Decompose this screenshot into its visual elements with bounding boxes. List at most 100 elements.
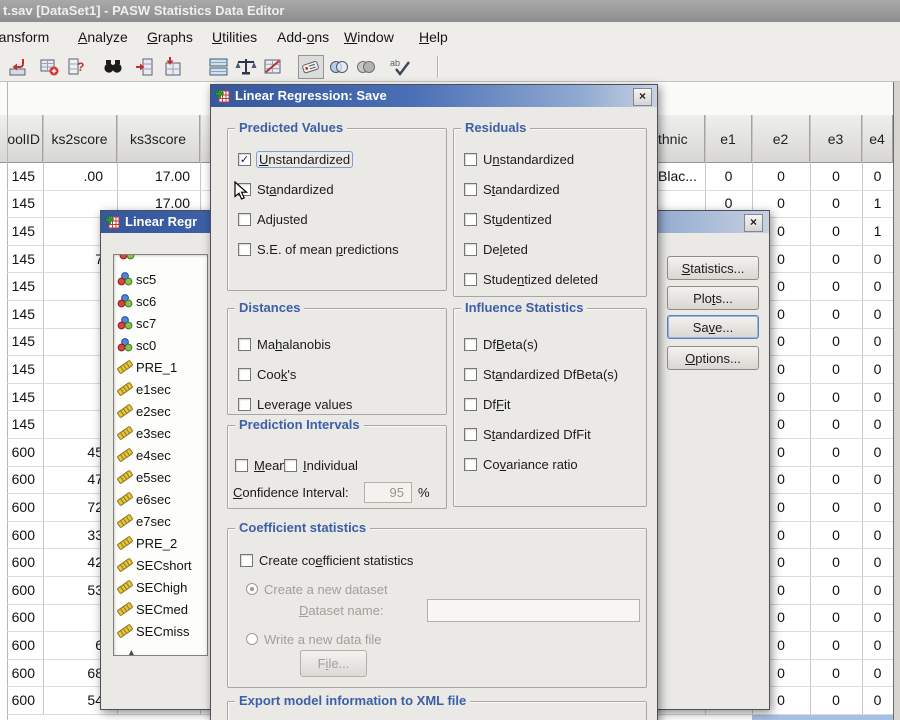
- dataset-name-field[interactable]: [427, 599, 640, 622]
- cell[interactable]: 145: [7, 410, 43, 438]
- file-button[interactable]: Fi le...: [300, 650, 367, 677]
- cell[interactable]: 0: [862, 521, 893, 549]
- variable-sc6[interactable]: sc6: [114, 290, 207, 312]
- cell[interactable]: 0: [810, 272, 862, 300]
- menu-item-help[interactable]: Help: [419, 22, 448, 52]
- cell[interactable]: 0: [862, 466, 893, 494]
- cell[interactable]: 0: [862, 659, 893, 687]
- cell[interactable]: 600: [7, 631, 43, 659]
- deleted-checkbox[interactable]: [464, 242, 477, 256]
- variable-e3sec[interactable]: e3sec: [114, 422, 207, 444]
- variable-list[interactable]: ▲ sc5 sc6 sc7 sc0 PRE_1 e1sec e2sec e3sec e4sec e…: [113, 254, 208, 656]
- split-file-icon[interactable]: [206, 55, 232, 79]
- cell[interactable]: 0: [810, 245, 862, 273]
- column-header-ks3score[interactable]: ks3score: [117, 115, 200, 162]
- write-new-data-file-radio[interactable]: [246, 633, 258, 645]
- confidence-interval-field[interactable]: 95: [364, 482, 412, 503]
- column-header-ks2score[interactable]: ks2score: [43, 115, 117, 162]
- adjusted-checkbox[interactable]: [238, 212, 251, 226]
- cell[interactable]: 0: [810, 355, 862, 383]
- cell[interactable]: 600: [7, 686, 43, 714]
- variable-e4sec[interactable]: e4sec: [114, 444, 207, 466]
- mahalanobis-checkbox[interactable]: [238, 337, 251, 351]
- cell[interactable]: 1: [862, 190, 893, 218]
- cell[interactable]: 0: [752, 162, 810, 190]
- cell[interactable]: 0: [862, 548, 893, 576]
- cell[interactable]: 600: [7, 576, 43, 604]
- cell[interactable]: 0: [862, 493, 893, 521]
- menu-item-addons[interactable]: Add-ons: [277, 22, 329, 52]
- column-header-oolid[interactable]: oolID: [7, 115, 43, 162]
- dffit-checkbox[interactable]: [464, 397, 477, 411]
- menu-item-window[interactable]: Window: [344, 22, 394, 52]
- studentized-checkbox[interactable]: [464, 212, 477, 226]
- standardized-dfbeta-s--checkbox[interactable]: [464, 367, 477, 381]
- standardized-dffit-checkbox[interactable]: [464, 427, 477, 441]
- cell[interactable]: 600: [7, 548, 43, 576]
- variable-SECshort[interactable]: SECshort: [114, 554, 207, 576]
- goto-case-icon[interactable]: ?: [63, 55, 89, 79]
- use-variable-sets-icon[interactable]: [326, 55, 352, 79]
- variable-SECmiss[interactable]: SECmiss: [114, 620, 207, 642]
- cell[interactable]: 0: [810, 438, 862, 466]
- variable-sc7[interactable]: sc7: [114, 312, 207, 334]
- value-labels-icon[interactable]: [298, 55, 324, 79]
- create-coefficient-statistics-checkbox[interactable]: [240, 553, 253, 567]
- menu-item-analyze[interactable]: Analyze: [78, 22, 128, 52]
- cell[interactable]: 0: [810, 217, 862, 245]
- cell[interactable]: 600: [7, 466, 43, 494]
- cell[interactable]: 145: [7, 383, 43, 411]
- cell[interactable]: 600: [7, 604, 43, 632]
- cell[interactable]: 0: [810, 659, 862, 687]
- cell[interactable]: 0: [862, 272, 893, 300]
- column-header-e3[interactable]: e3: [810, 115, 862, 162]
- cell[interactable]: 0: [862, 686, 893, 714]
- save-button[interactable]: Sa v e...: [667, 315, 759, 339]
- weight-cases-icon[interactable]: [233, 55, 259, 79]
- variable-sc5[interactable]: sc5: [114, 268, 207, 290]
- variable-sc0[interactable]: sc0: [114, 334, 207, 356]
- cell[interactable]: 0: [862, 576, 893, 604]
- dfbeta-s--checkbox[interactable]: [464, 337, 477, 351]
- standardized-checkbox[interactable]: [464, 182, 477, 196]
- cell[interactable]: 17.00: [117, 162, 200, 190]
- individual-checkbox[interactable]: [284, 458, 297, 472]
- cell[interactable]: 1: [862, 217, 893, 245]
- cell[interactable]: 0: [862, 631, 893, 659]
- save-dialog-titlebar[interactable]: Linear Regression: Save: [211, 85, 657, 107]
- studentized-deleted-checkbox[interactable]: [464, 272, 477, 286]
- cell[interactable]: 600: [7, 438, 43, 466]
- find-icon[interactable]: [100, 55, 126, 79]
- variable-e5sec[interactable]: e5sec: [114, 466, 207, 488]
- cell[interactable]: 0: [705, 162, 752, 190]
- cell[interactable]: 0: [862, 383, 893, 411]
- cell[interactable]: 0: [810, 162, 862, 190]
- column-header-e2[interactable]: e2: [752, 115, 810, 162]
- variable-PRE_1[interactable]: PRE_1: [114, 356, 207, 378]
- cell[interactable]: 0: [810, 686, 862, 714]
- cell[interactable]: 0: [810, 548, 862, 576]
- close-icon[interactable]: ×: [744, 214, 763, 232]
- plots-button[interactable]: Plo t s...: [667, 286, 759, 310]
- cell[interactable]: 0: [810, 383, 862, 411]
- variable-e2sec[interactable]: e2sec: [114, 400, 207, 422]
- leverage-values-checkbox[interactable]: [238, 397, 251, 411]
- cell[interactable]: 145: [7, 162, 43, 190]
- cell[interactable]: 0: [810, 328, 862, 356]
- cell[interactable]: 0: [810, 521, 862, 549]
- cell[interactable]: 0: [810, 190, 862, 218]
- column-header-e4[interactable]: e4: [862, 115, 893, 162]
- cell[interactable]: 600: [7, 493, 43, 521]
- cell[interactable]: 145: [7, 245, 43, 273]
- column-header-e1[interactable]: e1: [705, 115, 752, 162]
- cell[interactable]: 0: [862, 300, 893, 328]
- variable-SEChigh[interactable]: SEChigh: [114, 576, 207, 598]
- cell[interactable]: 0: [810, 493, 862, 521]
- cell[interactable]: 0: [810, 576, 862, 604]
- cell[interactable]: 0: [862, 438, 893, 466]
- create-new-dataset-radio[interactable]: [246, 583, 258, 595]
- cell[interactable]: 0: [810, 466, 862, 494]
- cell[interactable]: 0: [810, 604, 862, 632]
- variable-e1sec[interactable]: e1sec: [114, 378, 207, 400]
- menu-item-graphs[interactable]: Graphs: [147, 22, 193, 52]
